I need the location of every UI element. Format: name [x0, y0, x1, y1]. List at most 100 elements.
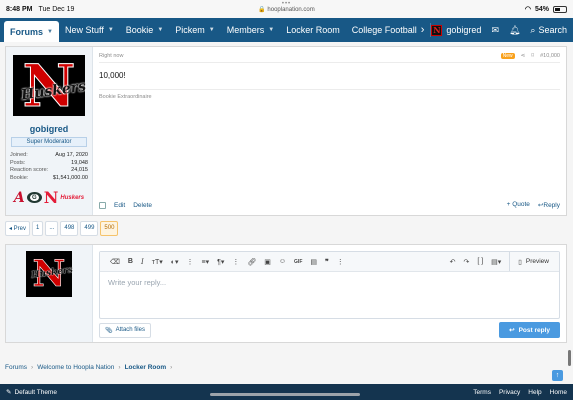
- bold-icon[interactable]: B: [128, 258, 133, 265]
- reply-link[interactable]: ↩Reply: [538, 201, 560, 209]
- footer: ✎ Default Theme Terms Privacy Help Home: [0, 384, 573, 400]
- edit-link[interactable]: Edit: [114, 202, 125, 209]
- link-icon[interactable]: 🔗︎: [247, 258, 256, 266]
- drafts-icon[interactable]: ▤▾: [491, 258, 501, 266]
- chevron-right-icon[interactable]: ›: [421, 24, 425, 36]
- bookmark-icon[interactable]: ⌑: [531, 53, 534, 59]
- bell-icon[interactable]: 🔔︎: [509, 25, 520, 36]
- stat-value[interactable]: 19,048: [71, 160, 88, 168]
- footer-link-help[interactable]: Help: [528, 389, 541, 396]
- post-reply-button[interactable]: ↩ Post reply: [499, 322, 560, 338]
- stat-row: Joined: Aug 17, 2020: [10, 152, 88, 160]
- user-stats: Joined: Aug 17, 2020 Posts: 19,048 Reactio…: [10, 152, 88, 182]
- reply-main: ⌫ B I тT▾ ◐▾ ⋮ ≡▾ ¶▾ ⋮ 🔗︎ ▣ ☺ GIF ▤ ❞ ⋮ …: [93, 245, 566, 342]
- current-page[interactable]: 500: [100, 221, 119, 236]
- chevron-down-icon[interactable]: ▼: [47, 29, 53, 35]
- avatar[interactable]: N Huskers: [26, 251, 73, 297]
- image-icon[interactable]: ▣: [264, 258, 271, 266]
- search-icon: ⌕: [530, 24, 536, 35]
- quote-icon[interactable]: ❞: [325, 258, 329, 266]
- gif-icon[interactable]: GIF: [294, 259, 302, 265]
- chevron-down-icon[interactable]: ▼: [209, 27, 215, 33]
- page-link[interactable]: 499: [80, 221, 99, 236]
- more-icon[interactable]: ⋮: [232, 258, 239, 266]
- stat-value: $1,541,000.00: [52, 174, 88, 181]
- account-link[interactable]: N gobigred: [431, 24, 481, 36]
- breadcrumb-current[interactable]: Locker Room: [125, 364, 167, 371]
- tab-bookie[interactable]: Bookie ▼: [120, 18, 169, 42]
- home-indicator[interactable]: [210, 393, 360, 396]
- select-checkbox[interactable]: [99, 201, 106, 209]
- theme-chooser[interactable]: ✎ Default Theme: [6, 388, 57, 397]
- more-icon[interactable]: ⋮: [186, 258, 193, 266]
- post-message: 10,000!: [99, 71, 126, 80]
- scroll-to-top-button[interactable]: ↑: [552, 370, 563, 381]
- quick-reply: N Huskers ⌫ B I тT▾ ◐▾ ⋮ ≡▾ ¶▾ ⋮ 🔗︎ ▣ ☺ …: [5, 244, 567, 343]
- bbcode-icon[interactable]: [ ]: [477, 258, 483, 265]
- chevron-down-icon[interactable]: ▼: [108, 27, 114, 33]
- page-link[interactable]: 498: [60, 221, 79, 236]
- breadcrumb-item[interactable]: Forums: [5, 364, 27, 371]
- nebraska-n-logo-icon: N: [43, 188, 59, 207]
- italic-icon[interactable]: I: [141, 258, 144, 266]
- scrollbar[interactable]: [568, 350, 571, 366]
- tab-locker-room[interactable]: Locker Room: [280, 18, 346, 42]
- tab-forums[interactable]: Forums ▼: [4, 21, 59, 42]
- tab-members[interactable]: Members ▼: [221, 18, 280, 42]
- huskers-logo-icon: Huskers: [60, 194, 85, 201]
- lock-icon: 🔒: [258, 7, 266, 13]
- stat-label: Posts:: [10, 159, 26, 166]
- align-icon[interactable]: ≡▾: [201, 258, 209, 266]
- share-icon[interactable]: ⋖: [521, 53, 526, 59]
- footer-link-home[interactable]: Home: [550, 389, 567, 396]
- inbox-icon[interactable]: ✉: [491, 25, 499, 36]
- tab-new-stuff[interactable]: New Stuff ▼: [59, 18, 120, 42]
- team-logos: A G N Huskers: [14, 188, 84, 207]
- post-number[interactable]: #10,000: [540, 53, 560, 59]
- quote-link[interactable]: + Quote: [507, 201, 530, 209]
- search-button[interactable]: ⌕ Search: [530, 25, 567, 36]
- post-time[interactable]: Right now: [99, 53, 123, 59]
- page-ellipsis[interactable]: ...: [45, 221, 59, 236]
- tab-label: Forums: [10, 26, 44, 37]
- redo-icon[interactable]: ↷: [463, 258, 469, 266]
- preview-label: Preview: [525, 258, 549, 265]
- footer-link-terms[interactable]: Terms: [473, 389, 491, 396]
- post-footer: Edit Delete + Quote ↩Reply: [99, 201, 560, 209]
- page-link[interactable]: 1: [32, 221, 44, 236]
- url-bar[interactable]: ••• 🔒 hooplanation.com: [0, 1, 573, 13]
- tab-label: Members: [226, 25, 265, 35]
- breadcrumb-item[interactable]: Welcome to Hoopla Nation: [37, 364, 114, 371]
- footer-link-privacy[interactable]: Privacy: [499, 389, 520, 396]
- text-size-icon[interactable]: тT▾: [152, 258, 163, 266]
- user-avatar: N: [431, 24, 443, 36]
- post-username[interactable]: gobigred: [30, 124, 69, 134]
- tab-label: Locker Room: [286, 25, 340, 35]
- prev-page-button[interactable]: ◂ Prev: [5, 221, 31, 236]
- more-icon[interactable]: ⋮: [337, 258, 344, 266]
- chevron-right-icon: ›: [170, 364, 173, 371]
- palette-icon[interactable]: ◐▾: [171, 258, 179, 266]
- smilie-icon[interactable]: ☺: [279, 258, 286, 265]
- chevron-down-icon[interactable]: ▼: [268, 27, 274, 33]
- preview-button[interactable]: ▯ Preview: [509, 252, 549, 271]
- breadcrumb: Forums › Welcome to Hoopla Nation › Lock…: [5, 364, 172, 371]
- nav-user-area: N gobigred ✉ 🔔︎ ⌕ Search: [431, 18, 573, 42]
- stat-label: Reaction score:: [10, 167, 49, 173]
- packers-logo-icon: G: [26, 192, 42, 203]
- stat-row: Bookie: $1,541,000.00: [10, 175, 88, 183]
- undo-icon[interactable]: ↶: [450, 258, 456, 266]
- tab-pickem[interactable]: Pickem ▼: [169, 18, 220, 42]
- paragraph-icon[interactable]: ¶▾: [217, 258, 224, 266]
- new-badge: New: [500, 53, 515, 59]
- chevron-down-icon[interactable]: ▼: [157, 27, 163, 33]
- eraser-icon[interactable]: ⌫: [110, 258, 120, 266]
- chevron-right-icon: ›: [31, 364, 34, 371]
- attach-files-button[interactable]: 📎︎ Attach files: [99, 322, 151, 338]
- media-icon[interactable]: ▤: [310, 258, 317, 266]
- ios-status-bar: 8:48 PM Tue Dec 19 ••• 🔒 hooplanation.co…: [0, 0, 573, 18]
- reply-input[interactable]: Write your reply...: [100, 272, 559, 293]
- delete-link[interactable]: Delete: [133, 202, 152, 209]
- tab-college-football[interactable]: College Football ›: [346, 18, 431, 42]
- avatar[interactable]: N Huskers: [13, 55, 87, 116]
